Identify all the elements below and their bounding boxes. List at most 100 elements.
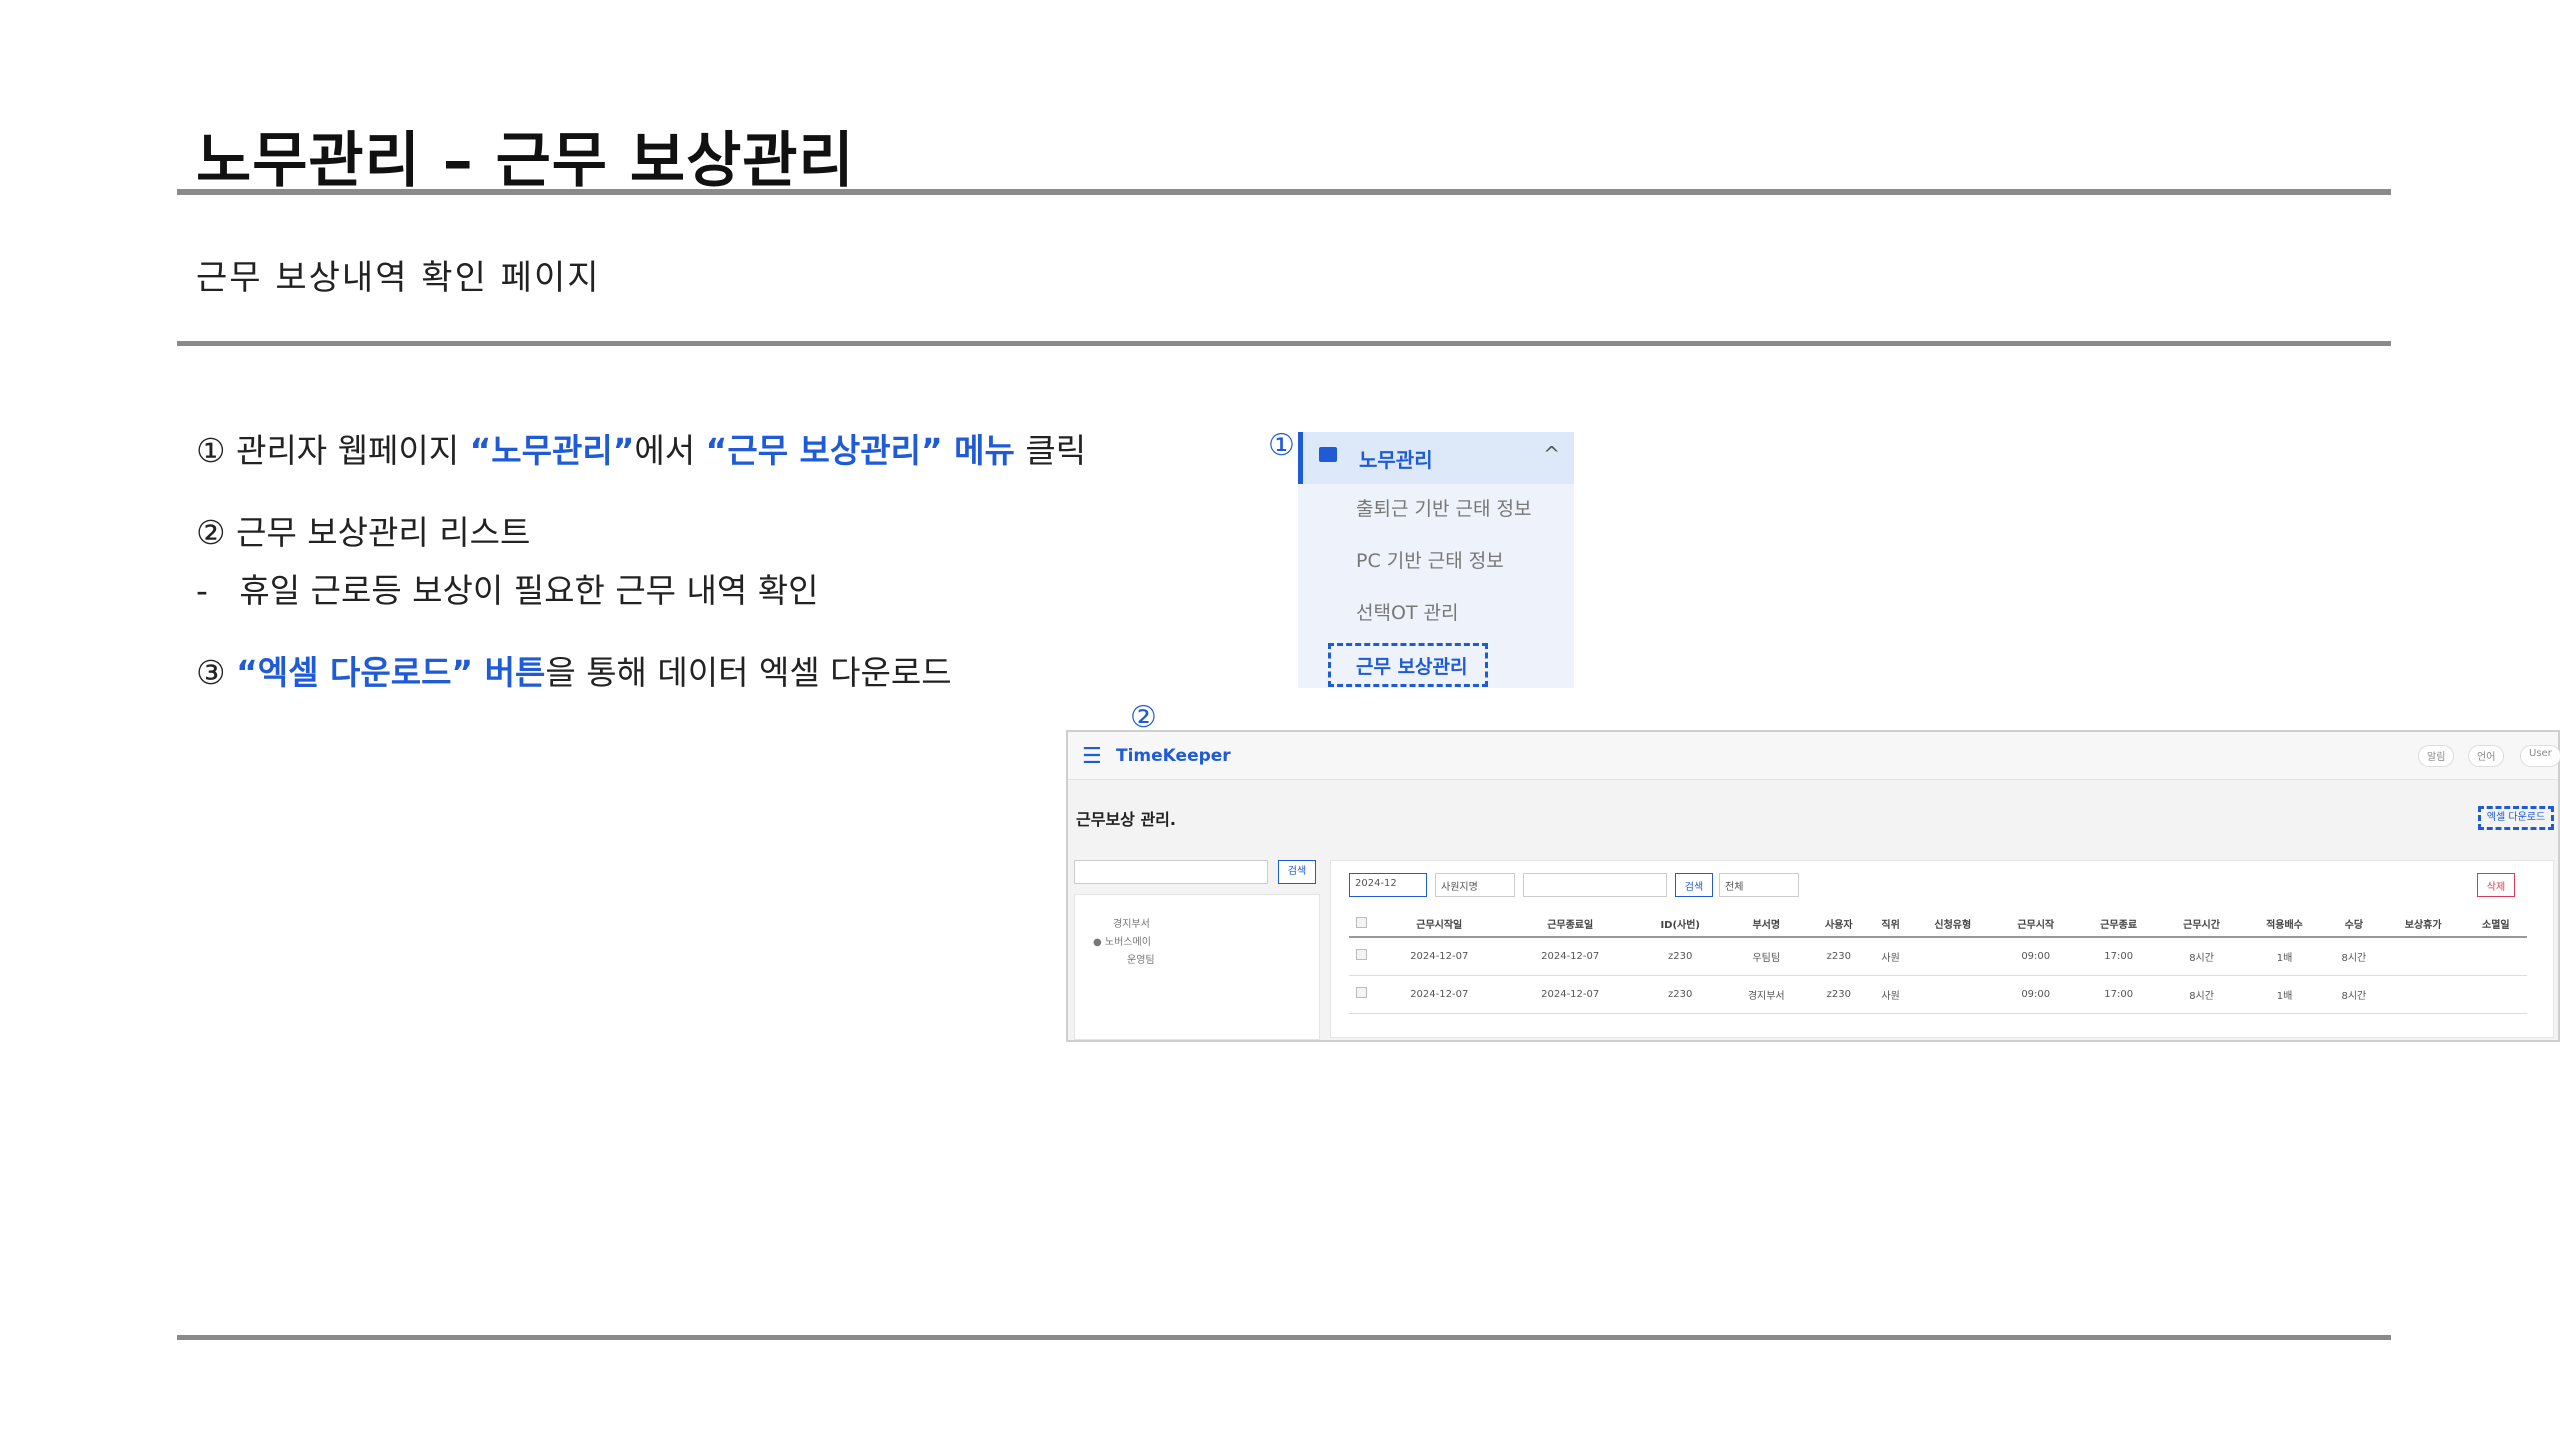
select-all-checkbox[interactable]: [1349, 911, 1374, 938]
col-header: 근무시작일: [1373, 911, 1505, 938]
slide-title: 노무관리 – 근무 보상관리: [196, 126, 855, 196]
excel-download-button[interactable]: 엑셀 다운로드: [2478, 806, 2554, 830]
col-header: 신청유형: [1911, 911, 1995, 938]
title-divider: [177, 189, 2391, 195]
subtitle-divider: [177, 341, 2391, 346]
app-topbar: ☰ TimeKeeper 알림 언어 User: [1068, 732, 2560, 780]
table-cell: z230: [1807, 975, 1870, 1014]
step-1-text-c: 클릭: [1014, 431, 1087, 470]
col-header: 적용배수: [2243, 911, 2326, 938]
step-2-detail-text: 휴일 근로등 보상이 필요한 근무 내역 확인: [239, 571, 819, 610]
col-header: 근무종료일: [1504, 911, 1636, 938]
app-screenshot: ☰ TimeKeeper 알림 언어 User 근무보상 관리. 엑셀 다운로드…: [1066, 730, 2560, 1042]
table-cell: 17:00: [2077, 975, 2161, 1014]
table-cell: [2381, 937, 2465, 976]
col-header: 수당: [2325, 911, 2382, 938]
step-3-number: ③: [196, 653, 226, 692]
table-cell: 1배: [2243, 975, 2326, 1014]
col-header: 근무시간: [2160, 911, 2244, 938]
app-brand[interactable]: TimeKeeper: [1116, 746, 1231, 766]
step-3-highlight: “엑셀 다운로드” 버튼: [236, 653, 546, 692]
table-cell: 8시간: [2160, 975, 2244, 1014]
table-cell: [2464, 975, 2527, 1014]
table-cell: 8시간: [2325, 937, 2382, 976]
menu-item-pc-attendance[interactable]: PC 기반 근태 정보: [1356, 546, 1504, 573]
table-cell: [1911, 937, 1995, 976]
table-cell: 09:00: [1994, 975, 2078, 1014]
scope-select[interactable]: 전체: [1719, 873, 1799, 897]
table-cell: [1911, 975, 1995, 1014]
row-checkbox[interactable]: [1349, 937, 1374, 976]
sidebar-menu-crop: 노무관리 ^ 출퇴근 기반 근태 정보 PC 기반 근태 정보 선택OT 관리 …: [1298, 432, 1574, 688]
org-search-input[interactable]: [1074, 860, 1268, 884]
step-1-number: ①: [196, 431, 226, 470]
table-cell: z230: [1807, 937, 1870, 976]
table-cell: 8시간: [2160, 937, 2244, 976]
tree-node[interactable]: ● 노버스메이: [1093, 933, 1151, 948]
table-cell: 2024-12-07: [1504, 937, 1636, 976]
col-header: 소멸일: [2464, 911, 2527, 938]
table-cell: 사원: [1869, 937, 1912, 976]
table-header-row: 근무시작일 근무종료일 ID(사번) 부서명 사용자 직위 신청유형 근무시작 …: [1349, 911, 2527, 938]
tree-node[interactable]: 경지부서: [1113, 915, 1150, 930]
list-panel: 2024-12 사원지명 검색 전체 삭제 근무시작일 근무종료일 ID(사번)…: [1330, 860, 2554, 1038]
topbar-pill-language[interactable]: 언어: [2468, 745, 2505, 767]
col-header: 근무시작: [1994, 911, 2078, 938]
table-cell: 우팀팀: [1724, 937, 1808, 976]
menu-header-labor[interactable]: 노무관리 ^: [1298, 432, 1574, 484]
step-2-number: ②: [196, 513, 226, 552]
menu-item-commute-attendance[interactable]: 출퇴근 기반 근태 정보: [1356, 494, 1531, 521]
table-cell: z230: [1635, 937, 1725, 976]
row-checkbox[interactable]: [1349, 975, 1374, 1014]
step-3-text: 을 통해 데이터 엑셀 다운로드: [545, 653, 952, 692]
keyword-input[interactable]: [1523, 873, 1667, 897]
topbar-pill-user[interactable]: User: [2520, 745, 2560, 767]
step-1-text-a: 관리자 웹페이지: [225, 431, 470, 470]
step-3: ③ “엑셀 다운로드” 버튼을 통해 데이터 엑셀 다운로드: [196, 646, 952, 694]
step-1-highlight-a: “노무관리”: [469, 431, 635, 470]
org-panel: 검색 경지부서 ● 노버스메이 운영팀: [1074, 860, 1322, 1040]
table-cell: z230: [1635, 975, 1725, 1014]
table-cell: [2381, 975, 2465, 1014]
callout-1: ①: [1268, 428, 1295, 463]
tree-node[interactable]: 운영팀: [1127, 951, 1155, 966]
app-page-title: 근무보상 관리.: [1076, 810, 1176, 829]
topbar-pill-alert[interactable]: 알림: [2418, 745, 2455, 767]
search-type-select[interactable]: 사원지명: [1435, 873, 1515, 897]
col-header: ID(사번): [1635, 911, 1725, 938]
menu-item-ot[interactable]: 선택OT 관리: [1356, 598, 1459, 625]
step-1: ① 관리자 웹페이지 “노무관리”에서 “근무 보상관리” 메뉴 클릭: [196, 424, 1086, 472]
org-search-button[interactable]: 검색: [1278, 860, 1316, 884]
table-cell: 17:00: [2077, 937, 2161, 976]
table-row[interactable]: 2024-12-07 2024-12-07 z230 경지부서 z230 사원 …: [1349, 975, 2527, 1014]
search-button[interactable]: 검색: [1675, 873, 1713, 897]
step-2: ② 근무 보상관리 리스트: [196, 506, 530, 554]
table-cell: [2464, 937, 2527, 976]
org-tree: 경지부서 ● 노버스메이 운영팀: [1074, 894, 1320, 1040]
menu-item-compensation[interactable]: 근무 보상관리: [1356, 652, 1468, 679]
step-2-text: 근무 보상관리 리스트: [225, 513, 531, 552]
table-cell: 1배: [2243, 937, 2326, 976]
col-header: 사용자: [1807, 911, 1870, 938]
table-cell: 2024-12-07: [1373, 975, 1505, 1014]
step-2-detail: - 휴일 근로등 보상이 필요한 근무 내역 확인: [196, 564, 818, 612]
chevron-up-icon[interactable]: ^: [1543, 442, 1560, 466]
table-cell: 09:00: [1994, 937, 2078, 976]
col-header: 보상휴가: [2381, 911, 2465, 938]
table-cell: 경지부서: [1724, 975, 1808, 1014]
table-cell: 사원: [1869, 975, 1912, 1014]
folder-icon: [1319, 447, 1337, 462]
col-header: 직위: [1869, 911, 1912, 938]
menu-header-label: 노무관리: [1359, 448, 1433, 472]
slide-subtitle: 근무 보상내역 확인 페이지: [196, 258, 601, 298]
compensation-table: 근무시작일 근무종료일 ID(사번) 부서명 사용자 직위 신청유형 근무시작 …: [1349, 911, 2527, 1014]
step-1-highlight-b: “근무 보상관리” 메뉴: [705, 431, 1015, 470]
month-picker[interactable]: 2024-12: [1349, 873, 1427, 897]
footer-divider: [177, 1335, 2391, 1340]
table-cell: 8시간: [2325, 975, 2382, 1014]
table-row[interactable]: 2024-12-07 2024-12-07 z230 우팀팀 z230 사원 0…: [1349, 937, 2527, 976]
col-header: 부서명: [1724, 911, 1808, 938]
tree-node-label: 노버스메이: [1104, 937, 1151, 948]
delete-button[interactable]: 삭제: [2477, 873, 2515, 897]
hamburger-icon[interactable]: ☰: [1082, 744, 1102, 769]
